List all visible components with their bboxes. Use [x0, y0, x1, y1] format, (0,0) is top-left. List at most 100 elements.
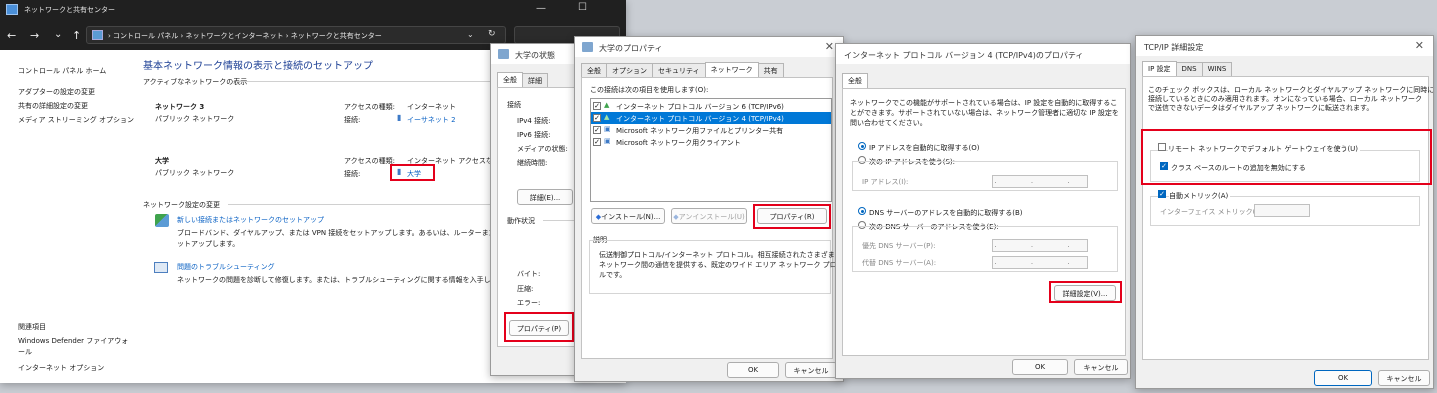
ipv4-dialog-titlebar: インターネット プロトコル バージョン 4 (TCP/IPv4)のプロパティ — [836, 44, 1130, 64]
intro-line: で送信できないデータはダイヤルアップ ネットワークに転送されます。 — [1148, 104, 1374, 112]
tab-details[interactable]: 詳細 — [522, 73, 548, 87]
related-link-firewall[interactable]: Windows Defender ファイアウォール — [18, 336, 130, 358]
uninstall-button[interactable]: ◆アンインストール(U) — [671, 208, 747, 224]
breadcrumb-item[interactable]: コントロール パネル — [113, 32, 178, 40]
access-type-label: アクセスの種類: — [344, 103, 396, 111]
close-icon[interactable]: ✕ — [1415, 39, 1424, 52]
task-link-troubleshoot[interactable]: 問題のトラブルシューティング — [177, 262, 275, 272]
intro-line: ネットワークでこの機能がサポートされている場合は、IP 設定を自動的に取得するこ — [850, 99, 1118, 107]
item-checkbox[interactable]: ✓ — [593, 138, 601, 146]
sidebar-link-sharing[interactable]: 共有の詳細設定の変更 — [18, 101, 88, 111]
connection-label: 接続: — [344, 170, 361, 178]
task-desc: ネットワークの問題を診断して修復します。または、トラブルシューティングに関する情… — [177, 276, 511, 284]
tab-general[interactable]: 全般 — [842, 73, 868, 88]
network-client-icon: ▣ — [604, 137, 611, 145]
forward-icon[interactable]: → — [30, 29, 39, 42]
list-item[interactable]: ✓ ▣ Microsoft ネットワーク用ファイルとプリンター共有 — [591, 124, 831, 136]
protocol-icon: ▲ — [604, 101, 610, 109]
tab-dns[interactable]: DNS — [1175, 62, 1203, 76]
auto-dns-label: DNS サーバーのアドレスを自動的に取得する(B) — [869, 209, 1023, 217]
sidebar-link-streaming[interactable]: メディア ストリーミング オプション — [18, 115, 134, 125]
tab-network[interactable]: ネットワーク — [704, 62, 759, 77]
maximize-icon[interactable]: ☐ — [578, 2, 587, 13]
interface-metric-field[interactable] — [1254, 204, 1310, 217]
troubleshoot-icon — [154, 262, 168, 273]
connection-link[interactable]: イーサネット 2 — [407, 115, 456, 125]
list-item-selected[interactable]: ✓ ▲ インターネット プロトコル バージョン 4 (TCP/IPv4) — [591, 112, 831, 124]
list-item[interactable]: ✓ ▣ Microsoft ネットワーク用クライアント — [591, 136, 831, 148]
auto-dns-radio[interactable] — [858, 207, 866, 215]
breadcrumb-item[interactable]: ネットワークと共有センター — [291, 32, 382, 40]
connection-label: 接続: — [344, 116, 361, 124]
intro-line: 問い合わせてください。 — [850, 119, 927, 127]
preferred-dns-label: 優先 DNS サーバー(P): — [862, 242, 936, 250]
items-label: この接続は次の項目を使用します(O): — [590, 86, 709, 94]
compression-label: 圧縮: — [517, 285, 534, 293]
activity-label: 動作状況 — [507, 217, 535, 225]
properties-dialog-titlebar: 大学のプロパティ — [575, 37, 843, 57]
item-checkbox[interactable]: ✓ — [593, 126, 601, 134]
list-item-label: Microsoft ネットワーク用クライアント — [616, 139, 741, 147]
tab-general[interactable]: 全般 — [581, 63, 607, 77]
window-title: ネットワークと共有センター — [24, 6, 115, 14]
status-dialog-title: 大学の状態 — [515, 51, 555, 60]
access-type-label: アクセスの種類: — [344, 157, 396, 165]
list-item-label: Microsoft ネットワーク用ファイルとプリンター共有 — [616, 127, 784, 135]
tab-ip-settings[interactable]: IP 設定 — [1142, 61, 1177, 76]
description-line: 伝送制御プロトコル/インターネット プロトコル。相互接続されたさまざまな — [599, 251, 842, 259]
ip-address-field[interactable]: . . . — [992, 175, 1088, 188]
cancel-button[interactable]: キャンセル — [1378, 370, 1430, 386]
page-title: 基本ネットワーク情報の表示と接続のセットアップ — [143, 61, 373, 72]
address-dropdown-icon[interactable]: ⌄ — [467, 30, 474, 39]
cancel-button[interactable]: キャンセル — [785, 362, 837, 378]
sidebar-link-home[interactable]: コントロール パネル ホーム — [18, 66, 106, 76]
auto-ip-label: IP アドレスを自動的に取得する(O) — [869, 144, 980, 152]
auto-ip-radio[interactable] — [858, 142, 866, 150]
ipv6-label: IPv6 接続: — [517, 131, 551, 139]
ok-button[interactable]: OK — [1012, 359, 1068, 375]
item-checkbox[interactable]: ✓ — [593, 102, 601, 110]
back-icon[interactable]: ← — [7, 29, 16, 42]
network-type: パブリック ネットワーク — [155, 115, 235, 123]
network-name: ネットワーク 3 — [155, 103, 205, 111]
list-item[interactable]: ✓ ▲ インターネット プロトコル バージョン 6 (TCP/IPv6) — [591, 100, 831, 112]
ipv4-label: IPv4 接続: — [517, 117, 551, 125]
up-icon[interactable]: ↑ — [72, 29, 81, 42]
tab-security[interactable]: セキュリティ — [652, 63, 706, 77]
network-client-icon: ▣ — [604, 125, 611, 133]
refresh-icon[interactable]: ↻ — [488, 29, 496, 39]
install-button[interactable]: ◆インストール(N)... — [591, 208, 665, 224]
ok-button[interactable]: OK — [727, 362, 779, 378]
errors-label: エラー: — [517, 299, 541, 307]
task-link-new-connection[interactable]: 新しい接続またはネットワークのセットアップ — [177, 215, 324, 225]
chevron-down-icon[interactable]: ⌄ — [54, 29, 62, 40]
duration-label: 継続時間: — [517, 159, 548, 167]
tab-sharing[interactable]: 共有 — [757, 63, 784, 77]
item-checkbox[interactable]: ✓ — [593, 114, 601, 122]
tab-wins[interactable]: WINS — [1201, 62, 1233, 76]
cancel-button[interactable]: キャンセル — [1074, 359, 1128, 375]
highlight-box — [1141, 129, 1432, 185]
related-link-internet-options[interactable]: インターネット オプション — [18, 363, 104, 373]
auto-metric-checkbox[interactable]: ✓ — [1158, 190, 1166, 198]
minimize-icon[interactable]: — — [536, 3, 546, 14]
properties-dialog-title: 大学のプロパティ — [599, 44, 663, 53]
advanced-dialog-title: TCP/IP 詳細設定 — [1144, 43, 1204, 52]
interface-metric-label: インターフェイス メトリック(N): — [1160, 208, 1266, 216]
sidebar-link-adapter[interactable]: アダプターの設定の変更 — [18, 87, 95, 97]
preferred-dns-field[interactable]: . . . — [992, 239, 1088, 252]
alternate-dns-field[interactable]: . . . — [992, 256, 1088, 269]
tab-options[interactable]: オプション — [606, 63, 653, 77]
details-button[interactable]: 詳細(E)... — [517, 189, 573, 205]
connection-section-label: 接続 — [507, 101, 521, 109]
breadcrumb-item[interactable]: ネットワークとインターネット — [186, 32, 284, 40]
access-type-value: インターネット — [407, 103, 456, 111]
network-icon — [582, 42, 593, 52]
auto-metric-label: 自動メトリック(A) — [1169, 191, 1231, 201]
ethernet-icon: ▮ — [397, 113, 402, 122]
network-icon — [498, 49, 509, 59]
tab-general[interactable]: 全般 — [497, 72, 523, 87]
close-icon[interactable]: ✕ — [825, 40, 834, 53]
breadcrumb: › コントロール パネル › ネットワークとインターネット › ネットワークと共… — [108, 32, 382, 40]
ok-button[interactable]: OK — [1314, 370, 1372, 386]
